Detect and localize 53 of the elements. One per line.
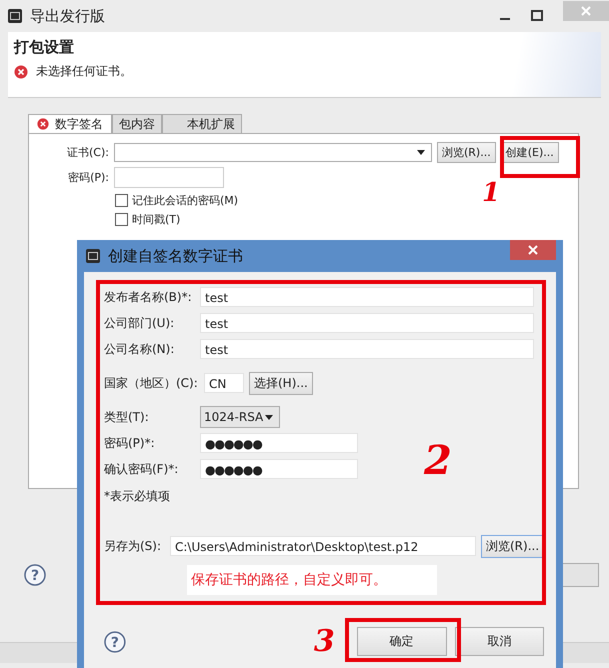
cancel-button[interactable]: 取消 (454, 627, 544, 656)
text-field[interactable]: test (200, 313, 534, 333)
annotation-number: 1 (482, 178, 500, 208)
caret-icon (417, 150, 425, 155)
checkbox-label: 记住此会话的密码(M) (132, 193, 238, 209)
ok-button[interactable]: 确定 (356, 627, 447, 656)
path-field[interactable]: C:\Users\Administrator\Desktop\test.p12 (170, 536, 476, 556)
close-icon (581, 6, 591, 16)
close-icon (528, 245, 538, 255)
field-label: 类型(T): (104, 408, 150, 426)
help-icon[interactable]: ? (104, 630, 126, 652)
text-field[interactable]: test (200, 287, 534, 307)
field-label: 发布者名称(B)*: (104, 288, 193, 306)
page-title: 打包设置 (14, 38, 75, 57)
field-label: 密码(P): (67, 170, 109, 185)
browse-button[interactable]: 浏览(R)... (481, 534, 544, 558)
annotation-text: 保存证书的路径，自定义即可。 (187, 565, 437, 595)
field-label: 密码(P)*: (104, 434, 156, 452)
field-label: 国家（地区）(C): (104, 374, 199, 392)
password-field[interactable] (114, 167, 224, 188)
app-logo-icon (86, 249, 100, 263)
maximize-icon[interactable] (531, 10, 543, 22)
app-logo-icon (8, 9, 22, 23)
country-field[interactable]: CN (204, 373, 244, 393)
field-label: 公司部门(U): (104, 314, 176, 332)
tab[interactable]: 数字签名 (28, 114, 112, 133)
close-button[interactable] (510, 240, 556, 260)
error-icon (14, 64, 28, 78)
field-label: 确认密码(F)*: (104, 460, 180, 478)
dialog-title: 创建自签名数字证书 (108, 246, 243, 266)
caret-icon (265, 414, 273, 420)
certificate-dropdown[interactable] (114, 143, 432, 162)
password-field[interactable]: ●●●●●● (200, 459, 358, 479)
browse-button[interactable]: 浏览(R)... (437, 142, 496, 163)
checkbox[interactable] (115, 194, 128, 207)
window-title: 导出发行版 (30, 6, 105, 26)
annotation-number: 3 (314, 624, 335, 659)
field-label: 另存为(S): (104, 538, 162, 554)
checkbox-label: 时间戳(T) (132, 212, 180, 228)
tab[interactable]: 包内容 (112, 114, 162, 133)
field-label: 证书(C): (66, 145, 109, 160)
error-icon (37, 118, 49, 130)
annotation-number: 2 (424, 437, 452, 484)
password-field[interactable]: ●●●●●● (200, 433, 358, 453)
checkbox[interactable] (115, 213, 128, 226)
tab[interactable]: 本机扩展 (162, 114, 242, 133)
help-icon[interactable]: ? (24, 564, 46, 586)
select-button[interactable]: 选择(H)... (249, 372, 313, 394)
type-dropdown[interactable]: 1024-RSA (200, 406, 280, 428)
field-label: 公司名称(N): (104, 340, 176, 358)
required-note: *表示必填项 (104, 488, 171, 505)
error-message: 未选择任何证书。 (36, 63, 132, 80)
text-field[interactable]: test (200, 339, 534, 359)
